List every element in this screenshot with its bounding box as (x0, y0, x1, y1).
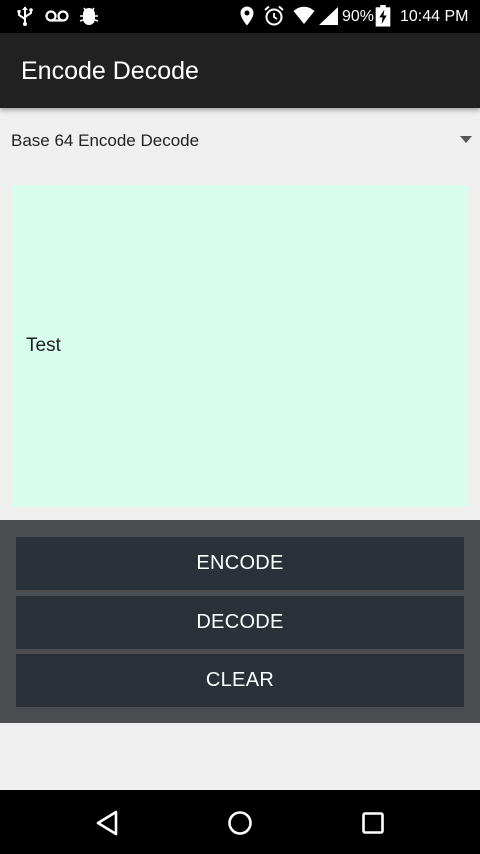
dropdown-caret-icon (460, 136, 472, 143)
encoding-type-selected: Base 64 Encode Decode (11, 131, 200, 150)
home-icon[interactable] (223, 806, 257, 840)
text-input-value: Test (26, 335, 61, 356)
clear-button[interactable]: CLEAR (16, 654, 464, 707)
status-bar: 90% 10:44 PM (0, 0, 480, 33)
recents-icon[interactable] (356, 806, 390, 840)
alarm-icon (264, 5, 284, 26)
battery-charging-icon (375, 5, 391, 27)
encoding-type-dropdown[interactable]: Base 64 Encode Decode (0, 120, 480, 162)
button-panel: ENCODE DECODE CLEAR (0, 520, 480, 723)
location-icon (240, 6, 254, 26)
clock: 10:44 PM (400, 8, 469, 25)
android-debug-icon (79, 7, 99, 25)
app-title: Encode Decode (21, 57, 199, 85)
encode-button[interactable]: ENCODE (16, 537, 464, 590)
navigation-bar (0, 790, 480, 854)
text-input-area[interactable]: Test (12, 185, 467, 507)
back-icon[interactable] (90, 806, 124, 840)
app-bar: Encode Decode (0, 33, 480, 108)
wifi-icon (293, 6, 315, 25)
voicemail-icon (45, 10, 69, 22)
usb-icon (17, 6, 33, 26)
signal-icon (319, 7, 338, 25)
battery-percent: 90% (342, 8, 375, 25)
decode-button[interactable]: DECODE (16, 596, 464, 649)
